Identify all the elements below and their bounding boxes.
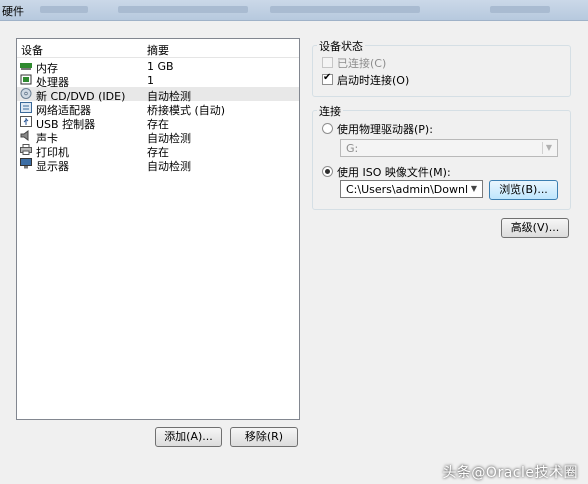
physical-drive-radio[interactable] xyxy=(322,123,333,134)
add-button[interactable]: 添加(A)... xyxy=(155,427,222,447)
title-bar-blur xyxy=(490,6,550,13)
radio-dot-icon xyxy=(325,169,330,174)
device-row-display[interactable]: 显示器 自动检测 xyxy=(17,157,299,173)
processor-icon xyxy=(20,74,32,85)
device-summary: 自动检测 xyxy=(147,160,191,173)
device-row-usb[interactable]: USB 控制器 存在 xyxy=(17,115,299,131)
remove-button[interactable]: 移除(R) xyxy=(230,427,298,447)
device-row-cd-dvd[interactable]: 新 CD/DVD (IDE) 自动检测 xyxy=(17,87,299,103)
window-title-bar: 硬件 xyxy=(0,0,588,21)
title-bar-blur xyxy=(270,6,420,13)
column-summary[interactable]: 摘要 xyxy=(147,42,169,58)
connection-title: 连接 xyxy=(317,103,343,119)
chevron-down-icon: ▼ xyxy=(542,142,555,154)
dialog-footer: 头条@Oracle技术圈 xyxy=(0,452,588,484)
watermark: 头条@Oracle技术圈 xyxy=(442,465,578,481)
printer-icon xyxy=(20,144,32,155)
device-row-network[interactable]: 网络适配器 桥接模式 (自动) xyxy=(17,101,299,117)
iso-path-combo[interactable]: C:\Users\admin\Downloads\ ▼ xyxy=(340,180,483,198)
device-summary: 1 GB xyxy=(147,60,174,73)
window-title: 硬件 xyxy=(2,5,24,18)
display-icon xyxy=(20,158,32,169)
device-name: 显示器 xyxy=(36,160,69,173)
device-row-sound[interactable]: 声卡 自动检测 xyxy=(17,129,299,145)
physical-drive-select[interactable]: G: ▼ xyxy=(340,139,558,157)
device-row-processor[interactable]: 处理器 1 xyxy=(17,73,299,89)
memory-icon xyxy=(20,63,32,70)
physical-drive-label: 使用物理驱动器(P): xyxy=(337,123,433,136)
chevron-down-icon: ▼ xyxy=(470,184,478,193)
iso-image-radio[interactable] xyxy=(322,166,333,177)
physical-drive-value: G: xyxy=(346,142,359,155)
device-summary: 1 xyxy=(147,74,154,87)
device-status-title: 设备状态 xyxy=(317,38,365,54)
device-list-header: 设备 摘要 xyxy=(17,39,299,58)
connect-on-start-checkbox[interactable]: ✔ xyxy=(322,72,333,85)
connected-label: 已连接(C) xyxy=(337,57,387,70)
advanced-button[interactable]: 高级(V)... xyxy=(501,218,569,238)
usb-icon xyxy=(20,116,32,127)
cd-dvd-icon xyxy=(20,88,32,99)
device-list[interactable]: 设备 摘要 内存 1 GB 处理器 1 新 CD/DVD (IDE) 自动检测 … xyxy=(16,38,300,420)
connect-on-start-label: 启动时连接(O) xyxy=(337,74,410,87)
sound-card-icon xyxy=(20,130,29,141)
title-bar-blur xyxy=(40,6,88,13)
check-mark-icon: ✔ xyxy=(323,72,332,83)
browse-button[interactable]: 浏览(B)... xyxy=(489,180,558,200)
connected-checkbox[interactable] xyxy=(322,57,333,68)
device-row-printer[interactable]: 打印机 存在 xyxy=(17,143,299,159)
device-row-memory[interactable]: 内存 1 GB xyxy=(17,59,299,75)
iso-path-value: C:\Users\admin\Downloads\ xyxy=(346,183,468,196)
network-adapter-icon xyxy=(20,102,32,113)
iso-image-label: 使用 ISO 映像文件(M): xyxy=(337,166,451,179)
title-bar-blur xyxy=(118,6,248,13)
column-device[interactable]: 设备 xyxy=(21,42,43,58)
